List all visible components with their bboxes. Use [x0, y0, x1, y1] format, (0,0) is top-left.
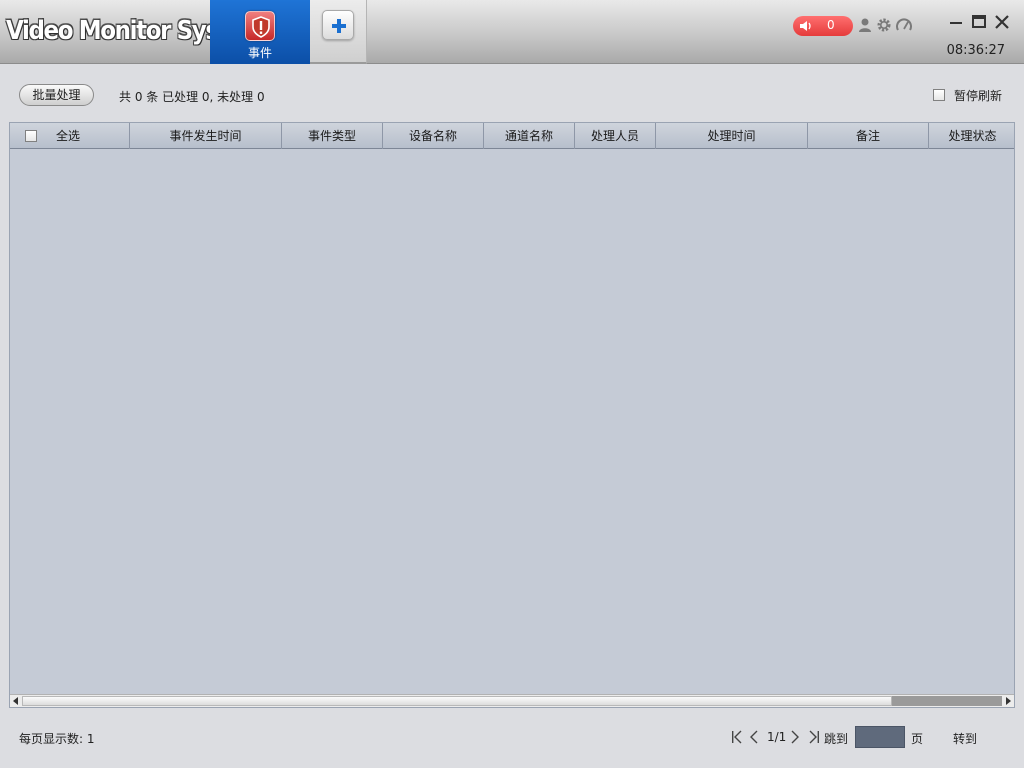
alarm-sound-button[interactable]: 0	[793, 16, 853, 36]
maximize-icon[interactable]	[970, 13, 988, 31]
column-header-time[interactable]: 事件发生时间	[130, 123, 282, 149]
goto-button[interactable]: 转到	[953, 730, 977, 747]
title-bar: Video Monitor System 事件 0 08:36:27	[0, 0, 1024, 64]
table-body	[10, 150, 1014, 694]
plus-icon	[322, 10, 354, 40]
page-unit-label: 页	[911, 732, 924, 746]
pause-refresh-checkbox[interactable]	[933, 88, 945, 101]
column-header-select-all[interactable]: 全选	[10, 123, 130, 149]
select-all-checkbox[interactable]	[25, 130, 37, 142]
tab-events-label: 事件	[247, 46, 272, 60]
column-header-status[interactable]: 处理状态	[929, 123, 1014, 149]
close-icon[interactable]	[993, 13, 1011, 31]
page-indicator: 1/1	[767, 730, 787, 744]
user-icon[interactable]	[857, 17, 873, 33]
gear-icon[interactable]	[876, 17, 892, 33]
column-header-handler[interactable]: 处理人员	[575, 123, 656, 149]
pause-refresh-label: 暂停刷新	[954, 89, 1003, 103]
column-header-type[interactable]: 事件类型	[282, 123, 383, 149]
scroll-right-icon[interactable]	[1002, 696, 1014, 706]
event-table: 全选 事件发生时间 事件类型 设备名称 通道名称 处理人员 处理时间 备注 处理…	[9, 122, 1015, 708]
horizontal-scrollbar[interactable]	[10, 694, 1014, 707]
scroll-track[interactable]	[892, 696, 1002, 706]
batch-process-button[interactable]: 批量处理	[19, 84, 94, 106]
last-page-icon[interactable]	[807, 729, 821, 745]
column-header-handle-time[interactable]: 处理时间	[656, 123, 808, 149]
alert-shield-icon	[245, 11, 275, 41]
event-summary: 共 0 条 已处理 0, 未处理 0	[119, 90, 265, 104]
first-page-icon[interactable]	[730, 729, 744, 745]
gauge-icon[interactable]	[896, 17, 912, 33]
add-tab-button[interactable]	[310, 0, 367, 64]
clock: 08:36:27	[946, 43, 1005, 58]
tab-events[interactable]: 事件	[210, 0, 310, 64]
column-header-channel[interactable]: 通道名称	[484, 123, 575, 149]
column-header-device[interactable]: 设备名称	[383, 123, 484, 149]
jump-page-input[interactable]	[855, 726, 905, 748]
column-header-remark[interactable]: 备注	[808, 123, 929, 149]
scroll-left-icon[interactable]	[10, 696, 22, 706]
select-all-label: 全选	[56, 129, 81, 143]
minimize-icon[interactable]	[947, 13, 965, 31]
scroll-thumb[interactable]	[22, 696, 892, 706]
next-page-icon[interactable]	[788, 729, 802, 745]
table-header: 全选 事件发生时间 事件类型 设备名称 通道名称 处理人员 处理时间 备注 处理…	[10, 123, 1014, 149]
alarm-count: 0	[827, 18, 835, 32]
prev-page-icon[interactable]	[747, 729, 761, 745]
speaker-icon	[800, 21, 811, 31]
pause-refresh-checkbox-wrap	[933, 87, 945, 101]
per-page-count: 每页显示数: 1	[19, 732, 95, 746]
jump-to-label: 跳到	[824, 732, 849, 746]
